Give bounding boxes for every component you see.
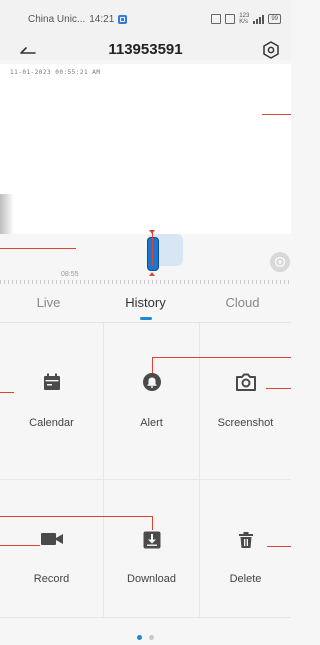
timeline-cursor [152, 230, 153, 266]
tab-cloud[interactable]: Cloud [194, 286, 291, 322]
cursor-top-triangle-icon [149, 230, 155, 234]
annotation-line-download-v [152, 516, 153, 530]
annotation-line-timeline [0, 248, 76, 249]
annotation-line-download-h [0, 516, 153, 517]
tab-history[interactable]: History [97, 286, 194, 322]
function-grid: Calendar Alert Screenshot Record Downloa… [0, 322, 291, 618]
mode-tabs: Live History Cloud [0, 286, 291, 323]
annotation-line-screenshot [266, 388, 291, 389]
delete-label: Delete [229, 573, 262, 585]
annotation-line-calendar [0, 392, 14, 393]
download-label: Download [127, 573, 176, 585]
calendar-label: Calendar [29, 417, 74, 429]
status-bar: China Unic... 14:21 123 K/s 99 [0, 0, 291, 40]
video-edge-shadow [0, 194, 14, 234]
trash-icon [238, 532, 253, 548]
page-dot-inactive[interactable] [148, 635, 154, 640]
annotation-line-alert-h [152, 357, 291, 358]
cursor-bottom-triangle-icon [149, 272, 155, 276]
record-button[interactable]: Record [0, 480, 104, 618]
playback-timeline[interactable]: 08:55 [0, 230, 291, 284]
status-left: China Unic... 14:21 [28, 14, 128, 25]
page-title: 113953591 [108, 41, 183, 58]
camera-icon [235, 373, 256, 391]
video-camera-icon [40, 533, 63, 545]
zoom-button[interactable] [270, 252, 290, 272]
network-speed: 123 K/s [239, 13, 249, 25]
alert-label: Alert [140, 417, 163, 429]
carrier-label: China Unic... [28, 14, 86, 25]
annotation-line-alert-v [152, 357, 153, 373]
page-dot-active[interactable] [137, 635, 143, 640]
page-indicator [0, 627, 291, 640]
screenshot-label: Screenshot [217, 417, 274, 429]
mute-icon [225, 14, 236, 24]
battery-level: 99 [271, 16, 278, 22]
speed-unit: K/s [239, 19, 248, 25]
delete-button[interactable]: Delete [200, 480, 291, 618]
video-player[interactable]: 11-01-2023 00:55:21 AM [0, 64, 291, 234]
clock: 14:21 [89, 14, 115, 25]
signal-icon [253, 14, 265, 24]
tab-cloud-label: Cloud [225, 295, 260, 310]
screenshot-button[interactable]: Screenshot [200, 322, 291, 480]
tab-history-label: History [125, 295, 166, 310]
alert-bell-icon [142, 373, 161, 391]
annotation-line-video [262, 114, 291, 115]
active-tab-indicator [139, 317, 152, 320]
timeline-ticks [0, 280, 291, 284]
download-button[interactable]: Download [104, 480, 200, 618]
nfc-icon [211, 14, 222, 24]
zoom-icon [274, 256, 286, 268]
status-right: 123 K/s 99 [211, 13, 281, 25]
notification-icon [118, 15, 128, 24]
annotation-line-delete [267, 546, 291, 547]
settings-gear-icon[interactable] [261, 40, 281, 60]
recording-segment-marker[interactable] [147, 237, 159, 271]
video-timestamp: 11-01-2023 00:55:21 AM [10, 69, 101, 76]
calendar-icon [43, 373, 60, 390]
battery-icon: 99 [268, 14, 281, 24]
annotation-line-record [0, 545, 40, 546]
tab-live[interactable]: Live [0, 286, 97, 322]
download-icon [143, 531, 160, 549]
timeline-time-label: 08:55 [61, 271, 79, 278]
record-label: Record [33, 573, 70, 585]
alert-button[interactable]: Alert [104, 322, 200, 480]
tab-live-label: Live [36, 295, 61, 310]
title-bar: 113953591 [0, 40, 291, 60]
calendar-button[interactable]: Calendar [0, 322, 104, 480]
